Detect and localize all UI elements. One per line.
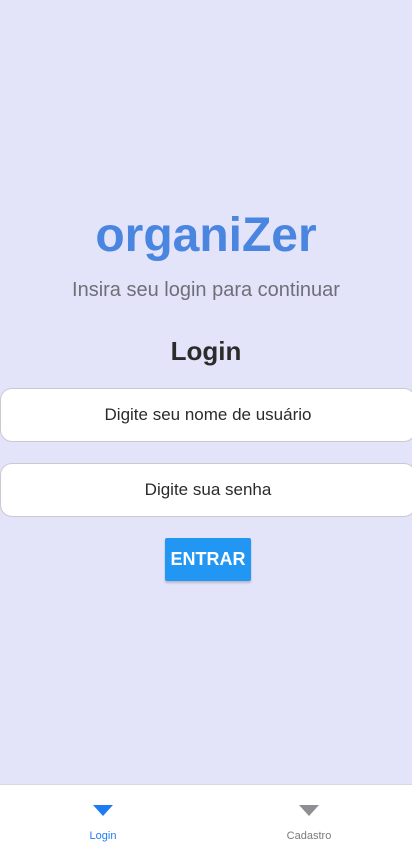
- username-input[interactable]: [1, 389, 412, 441]
- tab-login-label: Login: [89, 830, 117, 842]
- password-input[interactable]: [1, 464, 412, 516]
- username-field[interactable]: [0, 388, 412, 442]
- app-title: organiZer: [95, 209, 317, 262]
- password-field[interactable]: [0, 463, 412, 517]
- tab-cadastro[interactable]: Cadastro: [206, 785, 412, 842]
- enter-button[interactable]: ENTRAR: [165, 538, 251, 581]
- subtitle: Insira seu login para continuar: [72, 279, 340, 301]
- triangle-down-icon: [93, 805, 113, 816]
- tab-cadastro-label: Cadastro: [286, 830, 332, 842]
- triangle-down-icon: [299, 805, 319, 816]
- login-screen: organiZer Insira seu login para continua…: [0, 0, 412, 784]
- form-title: Login: [170, 336, 242, 366]
- bottom-tab-bar: Login Cadastro: [0, 784, 412, 842]
- tab-login[interactable]: Login: [0, 785, 206, 842]
